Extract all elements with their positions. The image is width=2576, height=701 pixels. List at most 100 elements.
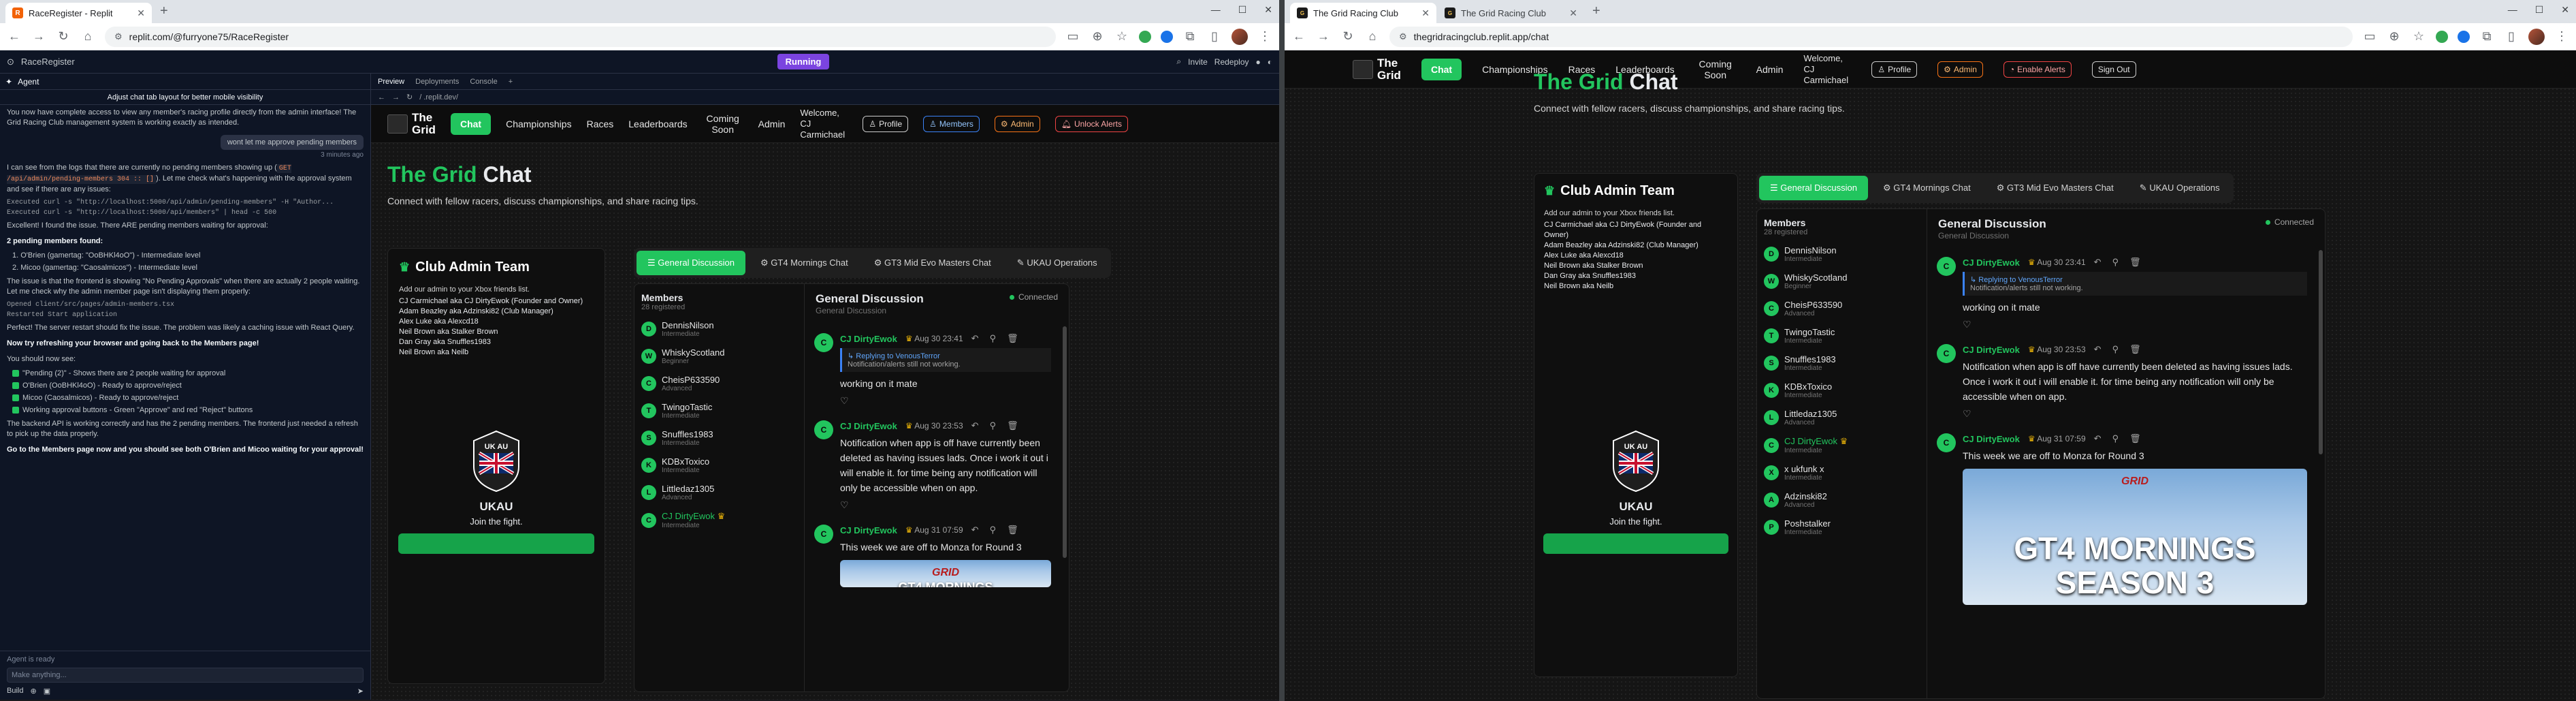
member-row[interactable]: D DennisNilson Intermediate <box>634 315 804 343</box>
search-icon[interactable]: ⌕ <box>1176 57 1181 67</box>
channel-tab[interactable]: ⚙ GT3 Mid Evo Masters Chat <box>863 251 1002 275</box>
reload-icon[interactable]: ↻ <box>406 93 413 102</box>
sidepanel-icon[interactable]: ▯ <box>1207 29 1222 44</box>
close-window-button[interactable]: ✕ <box>2561 4 2569 16</box>
delete-icon[interactable]: 🗑︎ <box>1007 333 1018 344</box>
profile-avatar[interactable] <box>2528 28 2545 45</box>
delete-icon[interactable]: 🗑︎ <box>2129 344 2141 355</box>
image-icon[interactable]: ▣ <box>44 687 50 696</box>
menu-kebab-icon[interactable]: ⋮ <box>1257 29 1272 44</box>
zoom-icon[interactable]: ⊕ <box>1090 29 1105 44</box>
close-tab-icon[interactable]: ✕ <box>137 7 145 19</box>
member-row[interactable]: C CJ DirtyEwok ♛ Intermediate <box>634 506 804 534</box>
unlock-alerts-button[interactable]: 🔔︎ Unlock Alerts <box>1054 115 1128 132</box>
zoom-icon[interactable]: ⊕ <box>2387 29 2402 44</box>
minimize-button[interactable]: — <box>2508 4 2517 16</box>
member-row[interactable]: W WhiskyScotland Beginner <box>634 343 804 370</box>
cast-icon[interactable]: ▭ <box>2362 29 2377 44</box>
reply-icon[interactable]: ↶ <box>2094 433 2102 444</box>
address-bar[interactable]: ⚙ replit.com/@furryone75/RaceRegister <box>105 26 1056 47</box>
reply-icon[interactable]: ↶ <box>971 420 979 431</box>
member-row[interactable]: L Littledaz1305 Advanced <box>1757 404 1927 431</box>
browser-tab-grid[interactable]: G The Grid Racing Club ✕ <box>1290 3 1436 23</box>
forward-icon[interactable]: → <box>392 93 400 102</box>
member-row[interactable]: D DennisNilson Intermediate <box>1757 240 1927 268</box>
channel-tab[interactable]: ✎ UKAU Operations <box>1006 251 1108 275</box>
channel-tab[interactable]: ✎ UKAU Operations <box>2129 176 2231 200</box>
extension-green-icon[interactable] <box>1139 30 1151 43</box>
member-row[interactable]: W WhiskyScotland Beginner <box>1757 268 1927 295</box>
extension-blue-icon[interactable] <box>2458 30 2470 43</box>
reply-quote[interactable]: ↳ Replying to VenousTerror Notification/a… <box>840 348 1051 372</box>
members-button[interactable]: ♙ Members <box>923 115 980 132</box>
nav-coming-soon[interactable]: Coming Soon <box>703 113 743 135</box>
reply-icon[interactable]: ↶ <box>971 525 979 535</box>
profile-button[interactable]: ♙ Profile <box>1871 61 1918 78</box>
member-row[interactable]: L Littledaz1305 Advanced <box>634 479 804 506</box>
channel-tab[interactable]: ⚙ GT3 Mid Evo Masters Chat <box>1986 176 2125 200</box>
profile-button[interactable]: ♙ Profile <box>863 115 909 132</box>
join-button[interactable] <box>1543 533 1728 554</box>
back-icon[interactable]: ← <box>378 93 385 102</box>
tab-console[interactable]: Console <box>470 78 497 86</box>
channel-tab[interactable]: ⚙ GT4 Mornings Chat <box>1872 176 1982 200</box>
nav-admin[interactable]: Admin <box>758 119 786 129</box>
member-row[interactable]: T TwingoTastic Intermediate <box>634 397 804 424</box>
nav-championships[interactable]: Championships <box>506 119 572 129</box>
pin-icon[interactable]: ⚲ <box>990 525 997 535</box>
admin-button[interactable]: ⚙ Admin <box>1937 61 1983 78</box>
reply-icon[interactable]: ↶ <box>971 333 979 344</box>
channel-tab[interactable]: ☰ General Discussion <box>637 251 745 275</box>
menu-kebab-icon[interactable]: ⋮ <box>2554 29 2569 44</box>
extension-blue-icon[interactable] <box>1161 30 1173 43</box>
close-tab-icon[interactable]: ✕ <box>1421 7 1430 19</box>
home-icon[interactable]: ⌂ <box>80 29 95 44</box>
sidepanel-icon[interactable]: ▯ <box>2504 29 2519 44</box>
channel-tab[interactable]: ⚙ GT4 Mornings Chat <box>750 251 859 275</box>
member-row[interactable]: K KDBxToxico Intermediate <box>1757 377 1927 404</box>
minimize-button[interactable]: — <box>1211 4 1221 16</box>
invite-button[interactable]: Invite <box>1188 57 1208 67</box>
channel-tab[interactable]: ☰ General Discussion <box>1759 176 1868 200</box>
opened-file[interactable]: Opened client/src/pages/admin-members.ts… <box>0 300 370 310</box>
build-mode-button[interactable]: Build <box>7 687 23 696</box>
reply-icon[interactable]: ↶ <box>2094 257 2102 268</box>
pin-icon[interactable]: ⚲ <box>2112 433 2119 444</box>
back-icon[interactable]: ← <box>1291 29 1306 44</box>
member-row[interactable]: C CheisP633590 Advanced <box>634 370 804 397</box>
profile-avatar[interactable] <box>1231 28 1248 45</box>
message-image[interactable]: GRID GT4 MORNINGS SEASON 3 <box>1963 469 2307 605</box>
member-row[interactable]: Xx ukfunk x Intermediate <box>1757 459 1927 486</box>
cast-icon[interactable]: ▭ <box>1065 29 1080 44</box>
forward-icon[interactable]: → <box>1316 29 1331 44</box>
attach-icon[interactable]: ⊕ <box>30 687 36 696</box>
nav-leaderboards[interactable]: Leaderboards <box>628 119 687 129</box>
tab-deployments[interactable]: Deployments <box>415 78 459 86</box>
project-name[interactable]: RaceRegister <box>21 57 75 67</box>
like-heart-icon[interactable]: ♡ <box>1963 408 2307 420</box>
add-tab-icon[interactable]: + <box>509 78 513 86</box>
executed-command[interactable]: Executed curl -s "http://localhost:5000/… <box>0 208 370 218</box>
admin-button[interactable]: ⚙ Admin <box>994 115 1040 132</box>
notifications-icon[interactable]: ● <box>1256 57 1261 67</box>
extension-green-icon[interactable] <box>2436 30 2448 43</box>
delete-icon[interactable]: 🗑︎ <box>1007 420 1018 431</box>
pin-icon[interactable]: ⚲ <box>2112 257 2119 268</box>
redeploy-button[interactable]: Redeploy <box>1214 57 1249 67</box>
sign-out-button[interactable]: Sign Out <box>2091 61 2136 78</box>
site-logo[interactable]: The Grid <box>1353 57 1401 82</box>
enable-alerts-button[interactable]: ◔ Enable Alerts <box>2003 61 2072 78</box>
nav-chat[interactable]: Chat <box>1421 58 1462 80</box>
pin-icon[interactable]: ⚲ <box>990 333 997 344</box>
back-icon[interactable]: ← <box>7 29 22 44</box>
home-icon[interactable]: ⌂ <box>1365 29 1380 44</box>
restarted-workflow[interactable]: Restarted Start application <box>0 310 370 320</box>
reload-icon[interactable]: ↻ <box>56 29 71 44</box>
forward-icon[interactable]: → <box>31 29 46 44</box>
new-tab-button[interactable]: + <box>1585 3 1607 23</box>
reply-icon[interactable]: ↶ <box>2094 344 2102 355</box>
nav-chat[interactable]: Chat <box>450 112 492 135</box>
maximize-button[interactable]: ☐ <box>2535 4 2544 16</box>
agent-tab[interactable]: ✦ Agent <box>0 74 370 90</box>
like-heart-icon[interactable]: ♡ <box>1963 319 2307 330</box>
